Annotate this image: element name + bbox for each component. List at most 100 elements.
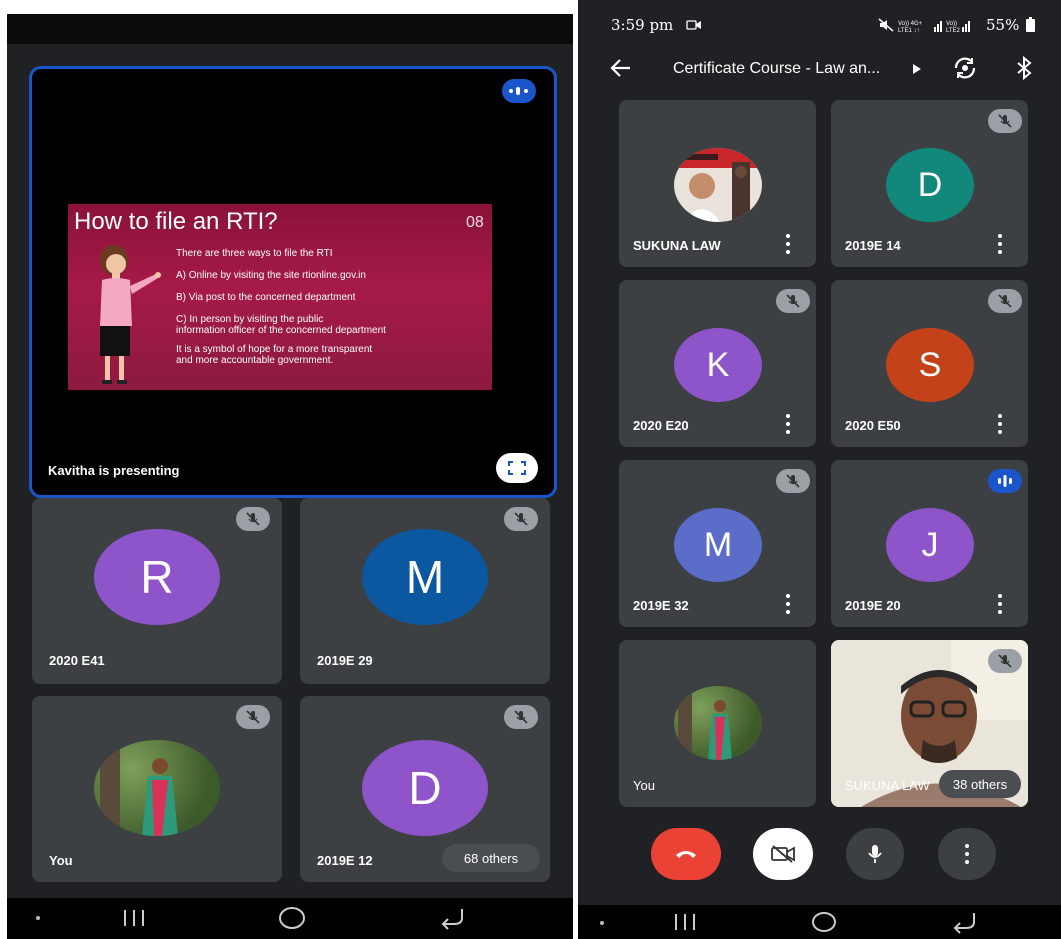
recents-icon[interactable]	[673, 912, 697, 932]
nav-dot-icon	[36, 916, 40, 920]
participant-tile[interactable]: D 2019E 12 68 others	[300, 696, 550, 882]
left-phone-screen: How to file an RTI? 08 There are three w…	[7, 14, 573, 939]
mute-status-icon	[878, 18, 894, 32]
avatar: M	[362, 529, 488, 625]
back-arrow-icon[interactable]	[610, 58, 632, 78]
participant-tile[interactable]: S 2020 E50	[831, 280, 1028, 447]
self-tile[interactable]: You	[32, 696, 282, 882]
more-options-icon[interactable]	[997, 414, 1003, 434]
slide-line-6: It is a symbol of hope for a more transp…	[176, 344, 373, 355]
cartoon-presenter-image	[100, 245, 161, 384]
participant-name: 2020 E41	[49, 653, 105, 668]
participant-tile[interactable]: J 2019E 20	[831, 460, 1028, 627]
more-options-icon[interactable]	[997, 594, 1003, 614]
back-icon[interactable]	[952, 910, 978, 934]
home-icon[interactable]	[278, 906, 306, 930]
participant-tile[interactable]: K 2020 E20	[619, 280, 816, 447]
speaking-indicator-icon	[988, 469, 1022, 493]
slide-line-5: information officer of the concerned dep…	[176, 325, 386, 336]
participant-tile[interactable]: M 2019E 29	[300, 498, 550, 684]
fullscreen-button[interactable]	[496, 453, 538, 483]
participant-video-tile[interactable]: SUKUNA LAW 38 others	[831, 640, 1028, 807]
avatar: R	[94, 529, 220, 625]
recents-icon[interactable]	[122, 908, 146, 928]
more-options-icon[interactable]	[785, 594, 791, 614]
participant-name: SUKUNA LAW	[845, 778, 930, 793]
avatar: S	[886, 328, 974, 402]
self-avatar-photo	[674, 686, 762, 760]
participant-tile[interactable]: R 2020 E41	[32, 498, 282, 684]
avatar: D	[362, 740, 488, 836]
muted-mic-icon	[988, 649, 1022, 673]
camera-off-icon	[771, 845, 795, 863]
slide-line-4: C) In person by visiting the public	[176, 314, 324, 325]
muted-mic-icon	[776, 289, 810, 313]
android-nav-bar	[578, 905, 1061, 939]
svg-text:Vo)): Vo))	[946, 21, 957, 27]
bluetooth-icon[interactable]	[1016, 56, 1032, 80]
microphone-button[interactable]	[846, 828, 904, 880]
participant-name: 2019E 14	[845, 238, 901, 253]
slide-line-7: and more accountable government.	[176, 355, 334, 366]
self-avatar-photo	[94, 740, 220, 836]
presentation-tile[interactable]: How to file an RTI? 08 There are three w…	[29, 66, 557, 498]
participant-name: 2019E 32	[633, 598, 689, 613]
status-bar	[7, 14, 573, 44]
status-time: 3:59 pm	[611, 16, 674, 34]
switch-camera-icon[interactable]	[952, 56, 978, 80]
participant-tile[interactable]: D 2019E 14	[831, 100, 1028, 267]
battery-icon	[1026, 17, 1035, 32]
play-arrow-icon[interactable]	[913, 64, 921, 74]
more-options-button[interactable]	[938, 828, 996, 880]
participant-name: 2019E 29	[317, 653, 373, 668]
muted-mic-icon	[776, 469, 810, 493]
participant-name: SUKUNA LAW	[633, 238, 721, 253]
end-call-button[interactable]	[651, 828, 721, 880]
hang-up-icon	[676, 851, 696, 858]
muted-mic-icon	[236, 705, 270, 729]
participant-tile[interactable]: SUKUNA LAW	[619, 100, 816, 267]
signal-icon: Vo)) 4G+LTE1 ↓↑ Vo))LTE2	[898, 21, 970, 33]
participant-name: You	[633, 778, 655, 793]
nav-dot-icon	[600, 921, 604, 925]
more-options-icon	[964, 844, 970, 864]
microphone-icon	[868, 845, 882, 863]
slide-line-1: There are three ways to file the RTI	[176, 248, 333, 259]
slide-number: 08	[466, 214, 484, 231]
avatar: M	[674, 508, 762, 582]
participant-name: 2020 E50	[845, 418, 901, 433]
more-options-icon[interactable]	[997, 234, 1003, 254]
slide-line-3: B) Via post to the concerned department	[176, 292, 356, 303]
more-options-icon[interactable]	[785, 414, 791, 434]
speaking-indicator-icon	[502, 79, 536, 103]
participant-name: 2020 E20	[633, 418, 689, 433]
meeting-title[interactable]: Certificate Course - Law an...	[673, 60, 880, 78]
participant-tile[interactable]: M 2019E 32	[619, 460, 816, 627]
muted-mic-icon	[504, 507, 538, 531]
video-status-icon	[686, 20, 701, 30]
shared-slide: How to file an RTI? 08 There are three w…	[68, 204, 492, 390]
avatar: J	[886, 508, 974, 582]
more-options-icon[interactable]	[785, 234, 791, 254]
right-phone-screen: 3:59 pm Vo)) 4G+ LTE1 ↓↑ Vo)) LTE2 55% Cert…	[578, 0, 1061, 939]
others-count-button[interactable]: 38 others	[939, 770, 1021, 798]
muted-mic-icon	[236, 507, 270, 531]
muted-mic-icon	[988, 289, 1022, 313]
back-icon[interactable]	[440, 906, 466, 930]
participant-name: You	[49, 853, 73, 868]
muted-mic-icon	[988, 109, 1022, 133]
home-icon[interactable]	[811, 911, 837, 933]
avatar: K	[674, 328, 762, 402]
participant-name: 2019E 12	[317, 853, 373, 868]
muted-mic-icon	[504, 705, 538, 729]
others-count-button[interactable]: 68 others	[442, 844, 540, 872]
fullscreen-icon	[508, 461, 526, 475]
svg-text:LTE2: LTE2	[946, 28, 961, 33]
slide-title: How to file an RTI?	[74, 208, 278, 235]
camera-toggle-button[interactable]	[753, 828, 813, 880]
android-nav-bar	[7, 898, 573, 939]
presenter-label: Kavitha is presenting	[48, 463, 180, 478]
self-tile[interactable]: You	[619, 640, 816, 807]
slide-line-2: A) Online by visiting the site rtionline…	[176, 270, 366, 281]
svg-text:LTE1 ↓↑: LTE1 ↓↑	[898, 28, 920, 33]
